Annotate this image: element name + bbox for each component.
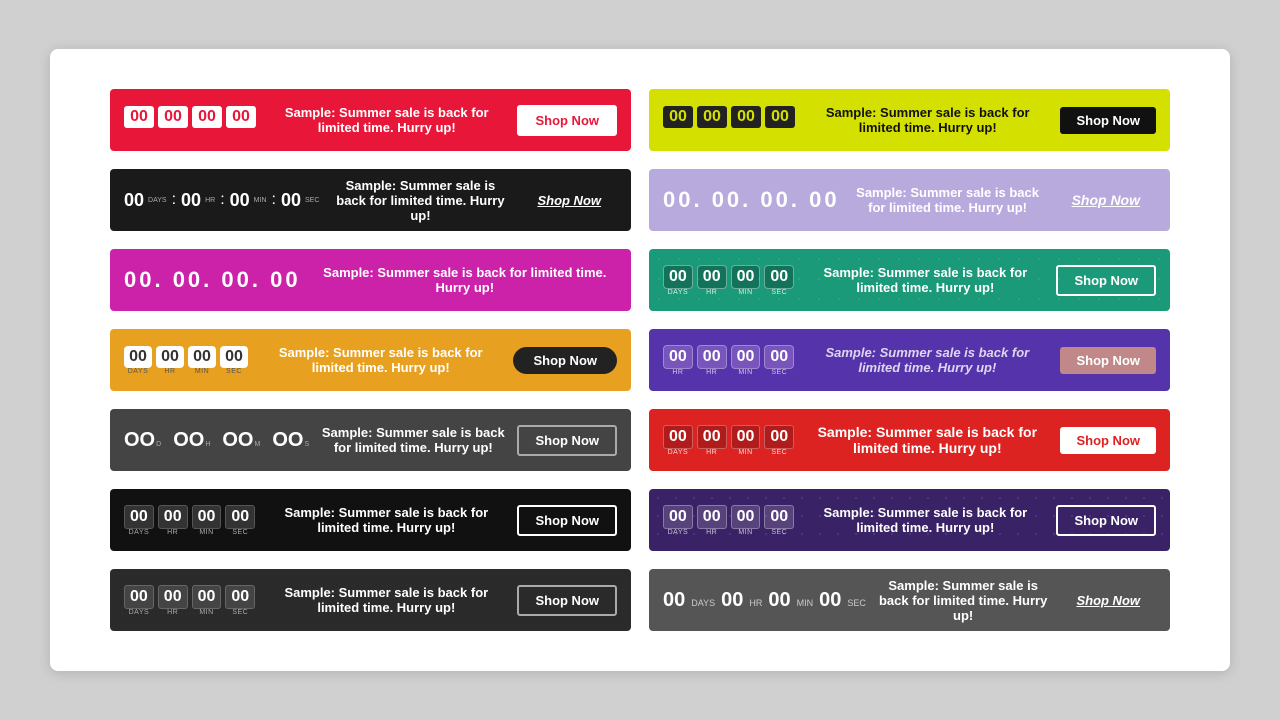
time-days-8: 00 HR	[663, 345, 693, 376]
time-min-13: 00 MIN	[192, 585, 222, 616]
banner-1: 00 DAY 00 HR 00 MIN 00 SEC Sample: Summe…	[110, 89, 631, 151]
time-min-1: 00 MIN	[192, 106, 222, 135]
shop-button-11[interactable]: Shop Now	[517, 505, 617, 536]
time-days-7: 00 DAYS	[124, 346, 152, 375]
banner-2: 00 DAYS 00 HR 00 MIN 00 SEC Sample: Summ…	[649, 89, 1170, 151]
time-min-7: 00 MIN	[188, 346, 216, 375]
time-sec-10: 00 SEC	[764, 425, 794, 456]
time-sec-6: 00 SEC	[764, 265, 794, 296]
banner-6: 00 DAYS 00 HR 00 MIN 00 SEC Sample: Summ…	[649, 249, 1170, 311]
banner-13: 00 DAYS 00 HR 00 MIN 00 SEC Sample: Summ…	[110, 569, 631, 631]
time-sec-11: 00 SEC	[225, 505, 255, 536]
banner-12: 00 DAYS 00 HR 00 MIN 00 SEC Sample: Summ…	[649, 489, 1170, 551]
time-min-11: 00 MIN	[192, 505, 222, 536]
banner-8: 00 HR 00 HR 00 MIN 00 SEC Sample: Summer…	[649, 329, 1170, 391]
banner-3: 00 DAYS : 00 HR : 00 MIN : 00 SEC Sample…	[110, 169, 631, 231]
banner-message-10: Sample: Summer sale is back for limited …	[806, 424, 1048, 456]
banner-message-3: Sample: Summer sale is back for limited …	[331, 178, 509, 223]
countdown-8: 00 HR 00 HR 00 MIN 00 SEC	[663, 345, 794, 376]
shop-button-1[interactable]: Shop Now	[517, 105, 617, 136]
banner-message-9: Sample: Summer sale is back for limited …	[321, 425, 505, 455]
banner-message-6: Sample: Summer sale is back for limited …	[806, 265, 1044, 295]
time-days-10: 00 DAYS	[663, 425, 693, 456]
countdown-7: 00 DAYS 00 HR 00 MIN 00 SEC	[124, 346, 248, 375]
time-days-6: 00 DAYS	[663, 265, 693, 296]
countdown-4: 00. 00. 00. 00	[663, 187, 840, 213]
time-sec-13: 00 SEC	[225, 585, 255, 616]
countdown-12: 00 DAYS 00 HR 00 MIN 00 SEC	[663, 505, 794, 536]
banner-message-1: Sample: Summer sale is back for limited …	[268, 105, 505, 135]
shop-button-6[interactable]: Shop Now	[1056, 265, 1156, 296]
banner-message-4: Sample: Summer sale is back for limited …	[852, 185, 1044, 215]
time-hr-1: 00 HR	[158, 106, 188, 135]
time-min-8: 00 MIN	[731, 345, 761, 376]
time-hr-7: 00 HR	[156, 346, 184, 375]
countdown-9: OO D OO H OO M OO S	[124, 429, 309, 452]
countdown-10: 00 DAYS 00 HR 00 MIN 00 SEC	[663, 425, 794, 456]
shop-button-9[interactable]: Shop Now	[517, 425, 617, 456]
countdown-6: 00 DAYS 00 HR 00 MIN 00 SEC	[663, 265, 794, 296]
time-min-12: 00 MIN	[731, 505, 761, 536]
banner-message-7: Sample: Summer sale is back for limited …	[260, 345, 501, 375]
time-sec-2: 00 SEC	[765, 106, 795, 135]
time-sec-1: 00 SEC	[226, 106, 256, 135]
time-hr-12: 00 HR	[697, 505, 727, 536]
banner-message-11: Sample: Summer sale is back for limited …	[267, 505, 505, 535]
time-hr-10: 00 HR	[697, 425, 727, 456]
countdown-14: 00 DAYS 00 HR 00 MIN 00 SEC	[663, 589, 866, 612]
banner-10: 00 DAYS 00 HR 00 MIN 00 SEC Sample: Summ…	[649, 409, 1170, 471]
banner-message-12: Sample: Summer sale is back for limited …	[806, 505, 1044, 535]
banner-7: 00 DAYS 00 HR 00 MIN 00 SEC Sample: Summ…	[110, 329, 631, 391]
banner-9: OO D OO H OO M OO S Samp	[110, 409, 631, 471]
banner-message-5: Sample: Summer sale is back for limited …	[313, 265, 617, 295]
countdown-5: 00. 00. 00. 00	[124, 267, 301, 293]
banner-5: 00. 00. 00. 00 Sample: Summer sale is ba…	[110, 249, 631, 311]
banner-message-14: Sample: Summer sale is back for limited …	[878, 578, 1049, 623]
shop-button-12[interactable]: Shop Now	[1056, 505, 1156, 536]
countdown-13: 00 DAYS 00 HR 00 MIN 00 SEC	[124, 585, 255, 616]
time-days-13: 00 DAYS	[124, 585, 154, 616]
time-hr-6: 00 HR	[697, 265, 727, 296]
shop-button-8[interactable]: Shop Now	[1060, 347, 1156, 374]
countdown-3: 00 DAYS : 00 HR : 00 MIN : 00 SEC	[124, 190, 319, 211]
countdown-1: 00 DAY 00 HR 00 MIN 00 SEC	[124, 106, 256, 135]
time-min-10: 00 MIN	[731, 425, 761, 456]
banner-grid: 00 DAY 00 HR 00 MIN 00 SEC Sample: Summe…	[110, 89, 1170, 631]
time-min-6: 00 MIN	[731, 265, 761, 296]
shop-button-13[interactable]: Shop Now	[517, 585, 617, 616]
time-hr-13: 00 HR	[158, 585, 188, 616]
shop-button-2[interactable]: Shop Now	[1060, 107, 1156, 134]
time-hr-8: 00 HR	[697, 345, 727, 376]
shop-button-10[interactable]: Shop Now	[1060, 427, 1156, 454]
banner-11: 00 DAYS 00 HR 00 MIN 00 SEC Sample: Summ…	[110, 489, 631, 551]
banner-message-8: Sample: Summer sale is back for limited …	[806, 345, 1048, 375]
countdown-11: 00 DAYS 00 HR 00 MIN 00 SEC	[124, 505, 255, 536]
main-container: 00 DAY 00 HR 00 MIN 00 SEC Sample: Summe…	[50, 49, 1230, 671]
banner-message-13: Sample: Summer sale is back for limited …	[267, 585, 505, 615]
time-days-12: 00 DAYS	[663, 505, 693, 536]
time-sec-12: 00 SEC	[764, 505, 794, 536]
time-days-11: 00 DAYS	[124, 505, 154, 536]
time-days-2: 00 DAYS	[663, 106, 693, 135]
time-days-1: 00 DAY	[124, 106, 154, 135]
banner-message-2: Sample: Summer sale is back for limited …	[807, 105, 1048, 135]
shop-button-14[interactable]: Shop Now	[1060, 587, 1156, 614]
banner-14: 00 DAYS 00 HR 00 MIN 00 SEC Sample: Summ…	[649, 569, 1170, 631]
shop-button-3[interactable]: Shop Now	[521, 187, 617, 214]
time-min-2: 00 MIN	[731, 106, 761, 135]
shop-button-4[interactable]: Shop Now	[1056, 186, 1156, 214]
banner-4: 00. 00. 00. 00 Sample: Summer sale is ba…	[649, 169, 1170, 231]
time-sec-8: 00 SEC	[764, 345, 794, 376]
countdown-2: 00 DAYS 00 HR 00 MIN 00 SEC	[663, 106, 795, 135]
time-sec-7: 00 SEC	[220, 346, 248, 375]
time-hr-2: 00 HR	[697, 106, 727, 135]
shop-button-7[interactable]: Shop Now	[513, 347, 617, 374]
time-hr-11: 00 HR	[158, 505, 188, 536]
